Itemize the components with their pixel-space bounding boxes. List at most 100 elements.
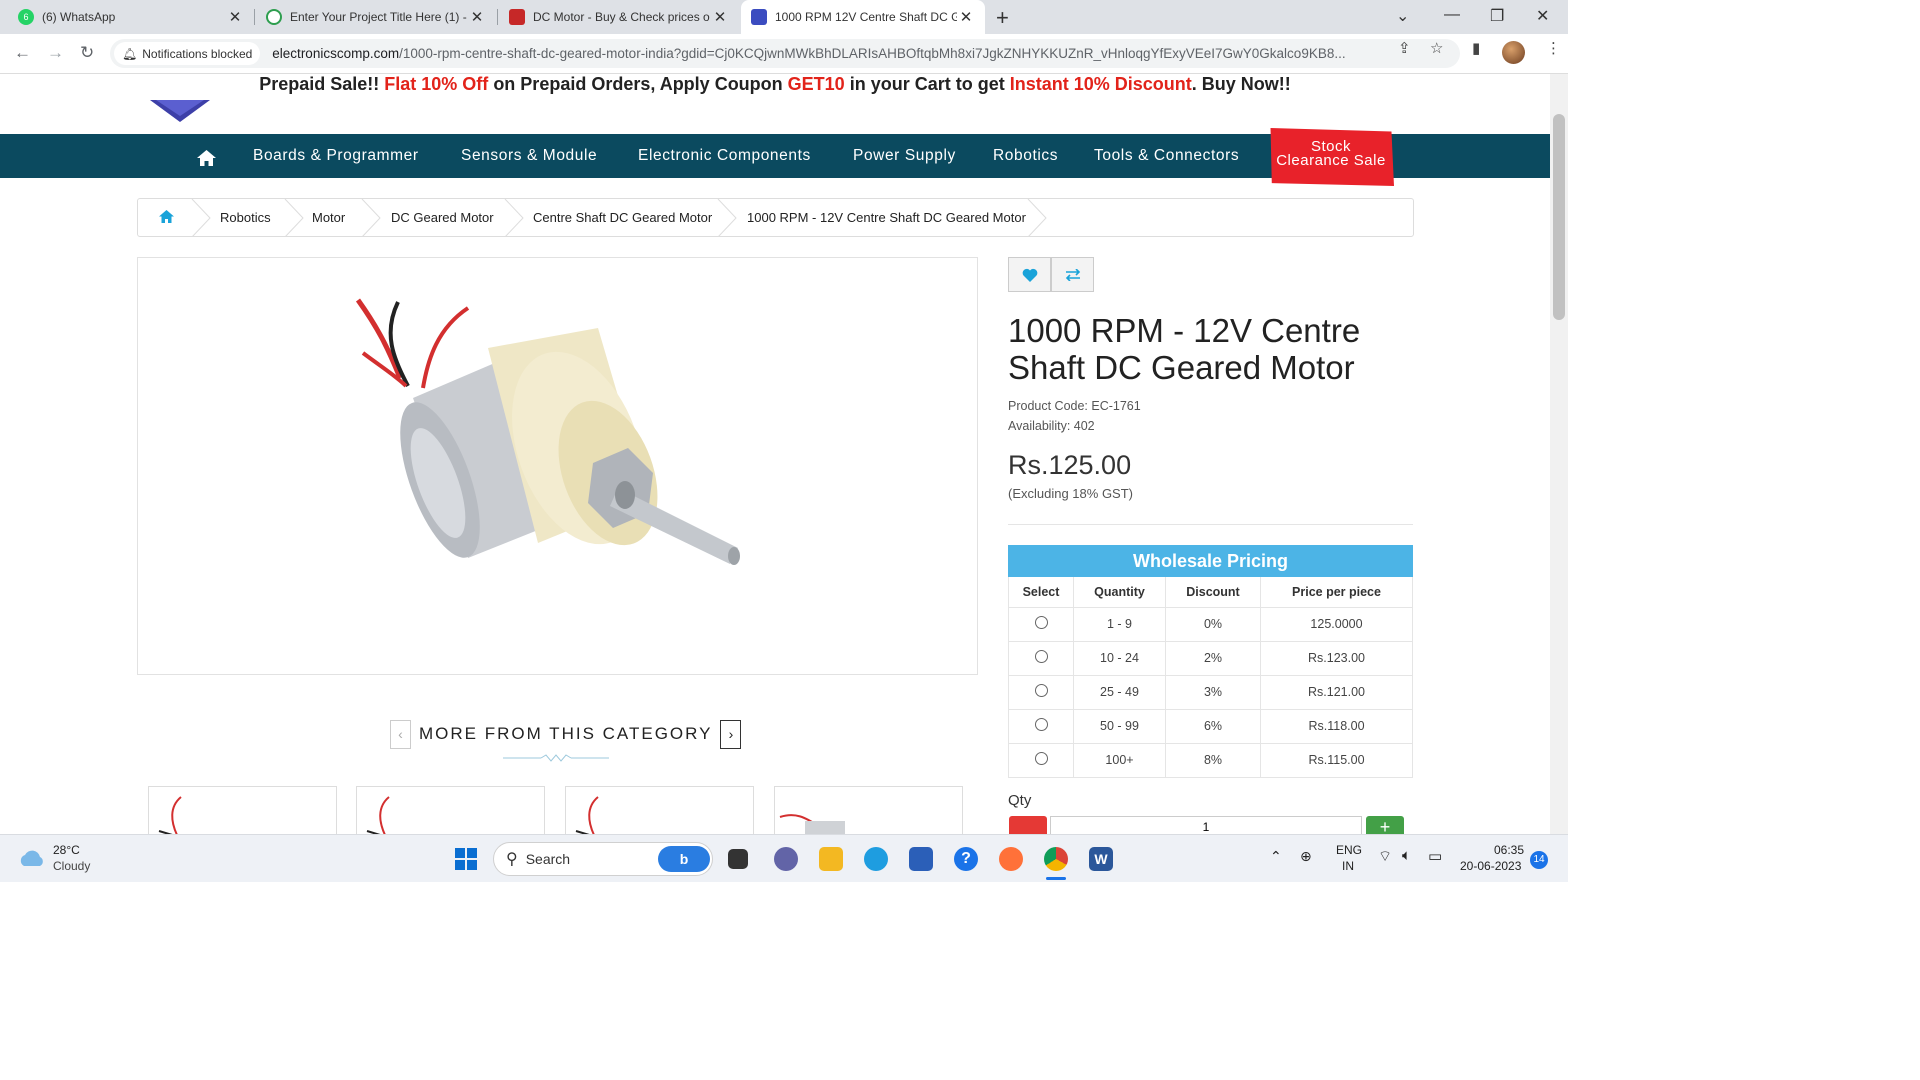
clock-date[interactable]: 20-06-2023	[1460, 859, 1521, 873]
firefox-icon[interactable]	[999, 847, 1023, 871]
bell-icon: 🔔︎	[122, 46, 138, 61]
tier-radio[interactable]	[1034, 684, 1048, 697]
breadcrumb-dc-geared-motor[interactable]: DC Geared Motor	[391, 210, 494, 225]
active-app-indicator	[1046, 877, 1066, 880]
product-image[interactable]	[138, 258, 979, 676]
word-icon[interactable]: W	[1089, 847, 1113, 871]
divider	[1008, 524, 1413, 525]
chip-label: Notifications blocked	[142, 46, 253, 61]
related-product-thumb[interactable]	[356, 786, 545, 836]
qty-label: Qty	[1008, 792, 1032, 809]
home-icon[interactable]	[197, 150, 216, 166]
qty-decrease-button[interactable]	[1009, 816, 1047, 836]
nav-electronic-components[interactable]: Electronic Components	[638, 147, 811, 165]
tier-radio[interactable]	[1034, 752, 1048, 765]
wifi-icon[interactable]: ⌔	[1378, 847, 1392, 866]
table-row: 25 - 49 3% Rs.121.00	[1008, 674, 1413, 710]
related-product-thumb[interactable]	[565, 786, 754, 836]
reload-icon[interactable]: ↻	[80, 43, 94, 63]
breadcrumb-separator	[361, 199, 381, 237]
url-host: electronicscomp.com	[272, 46, 400, 61]
clock-time[interactable]: 06:35	[1494, 843, 1524, 857]
network-icon[interactable]: ⊕	[1300, 848, 1312, 865]
tier-radio[interactable]	[1034, 616, 1048, 629]
chrome-menu-icon[interactable]: ⋮	[1546, 39, 1561, 57]
tier-quantity: 10 - 24	[1073, 640, 1166, 676]
close-tab-icon[interactable]: ✕	[711, 8, 729, 26]
close-tab-icon[interactable]: ✕	[957, 8, 975, 26]
minimize-button[interactable]: —	[1444, 6, 1460, 24]
windows-start-icon[interactable]	[455, 848, 477, 870]
chevron-up-icon[interactable]: ⌃	[1270, 848, 1282, 865]
language-line1[interactable]: ENG	[1336, 843, 1362, 857]
qty-increase-button[interactable]: +	[1366, 816, 1404, 837]
stock-clearance-sale-button[interactable]: Stock Clearance Sale	[1270, 128, 1394, 186]
product-availability: Availability: 402	[1008, 419, 1095, 433]
tab-whatsapp[interactable]: 6 (6) WhatsApp ✕	[8, 0, 254, 34]
close-tab-icon[interactable]: ✕	[468, 8, 486, 26]
related-product-thumb[interactable]	[774, 786, 963, 836]
bing-icon[interactable]: b	[658, 846, 710, 872]
weather-temp[interactable]: 28°C	[53, 843, 80, 857]
promo-banner: Prepaid Sale!! Flat 10% Off on Prepaid O…	[0, 74, 1550, 106]
back-icon[interactable]: ←	[14, 43, 31, 63]
scrollbar-thumb[interactable]	[1553, 114, 1565, 320]
col-price-per-piece: Price per piece	[1260, 577, 1413, 608]
nav-boards-programmer[interactable]: Boards & Programmer	[253, 147, 419, 165]
bookmark-star-icon[interactable]: ☆	[1430, 39, 1443, 57]
notifications-blocked-chip[interactable]: 🔔︎ Notifications blocked	[114, 42, 261, 65]
battery-icon[interactable]: ▭	[1428, 847, 1442, 865]
tab-active-product[interactable]: 1000 RPM 12V Centre Shaft DC G ✕	[741, 0, 985, 34]
restore-button[interactable]: ❐	[1490, 6, 1504, 26]
breadcrumb-separator	[717, 199, 737, 237]
breadcrumb-robotics[interactable]: Robotics	[220, 210, 271, 225]
nav-sensors-module[interactable]: Sensors & Module	[461, 147, 597, 165]
shop-icon	[509, 9, 525, 25]
file-explorer-icon[interactable]	[819, 847, 843, 871]
nav-tools-connectors[interactable]: Tools & Connectors	[1094, 147, 1239, 165]
compare-button[interactable]	[1051, 257, 1094, 292]
site-logo[interactable]	[150, 100, 210, 124]
tab-project-title[interactable]: Enter Your Project Title Here (1) - ✕	[256, 0, 496, 34]
edge-icon[interactable]	[864, 847, 888, 871]
nav-power-supply[interactable]: Power Supply	[853, 147, 956, 165]
tab-dc-motor[interactable]: DC Motor - Buy & Check prices o ✕	[499, 0, 739, 34]
new-tab-button[interactable]: +	[996, 5, 1009, 31]
store-icon[interactable]	[909, 847, 933, 871]
nav-robotics[interactable]: Robotics	[993, 147, 1058, 165]
tier-radio[interactable]	[1034, 650, 1048, 663]
category-next-button[interactable]: ›	[720, 719, 742, 749]
breadcrumb-centre-shaft[interactable]: Centre Shaft DC Geared Motor	[533, 210, 712, 225]
chrome-icon[interactable]	[1044, 847, 1068, 871]
task-view-icon[interactable]	[728, 849, 748, 869]
tab-title: Enter Your Project Title Here (1) -	[290, 10, 467, 24]
close-tab-icon[interactable]: ✕	[226, 8, 244, 26]
tab-search-icon[interactable]: ⌄	[1396, 6, 1409, 26]
qty-input[interactable]	[1050, 816, 1362, 836]
url-text[interactable]: electronicscomp.com/1000-rpm-centre-shaf…	[272, 46, 1382, 61]
close-window-button[interactable]: ✕	[1536, 6, 1549, 26]
profile-avatar[interactable]	[1502, 41, 1525, 64]
teams-chat-icon[interactable]	[774, 847, 798, 871]
wishlist-button[interactable]	[1008, 257, 1051, 292]
side-panel-icon[interactable]: ▮	[1472, 39, 1480, 57]
help-icon[interactable]: ?	[954, 847, 978, 871]
promo-text: . Buy Now!!	[1191, 74, 1291, 94]
weather-desc[interactable]: Cloudy	[53, 859, 90, 873]
forward-icon[interactable]: →	[47, 43, 64, 63]
breadcrumb-motor[interactable]: Motor	[312, 210, 345, 225]
related-product-thumb[interactable]	[148, 786, 337, 836]
language-line2[interactable]: IN	[1342, 859, 1354, 873]
share-icon[interactable]: ⇪	[1398, 39, 1411, 57]
tier-discount: 8%	[1165, 742, 1261, 778]
breadcrumb-separator	[284, 199, 304, 237]
home-icon[interactable]	[159, 210, 174, 223]
category-prev-button[interactable]: ‹	[390, 719, 411, 749]
wholesale-pricing: Wholesale Pricing Select Quantity Discou…	[1008, 545, 1413, 778]
taskbar-search[interactable]: ⚲ Search b	[493, 842, 713, 876]
notification-badge[interactable]: 14	[1530, 851, 1548, 869]
volume-icon[interactable]: 🔈︎	[1402, 847, 1411, 864]
tier-radio[interactable]	[1034, 718, 1048, 731]
omnibox[interactable]: 🔔︎ Notifications blocked electronicscomp…	[110, 39, 1460, 68]
table-row: 100+ 8% Rs.115.00	[1008, 742, 1413, 778]
